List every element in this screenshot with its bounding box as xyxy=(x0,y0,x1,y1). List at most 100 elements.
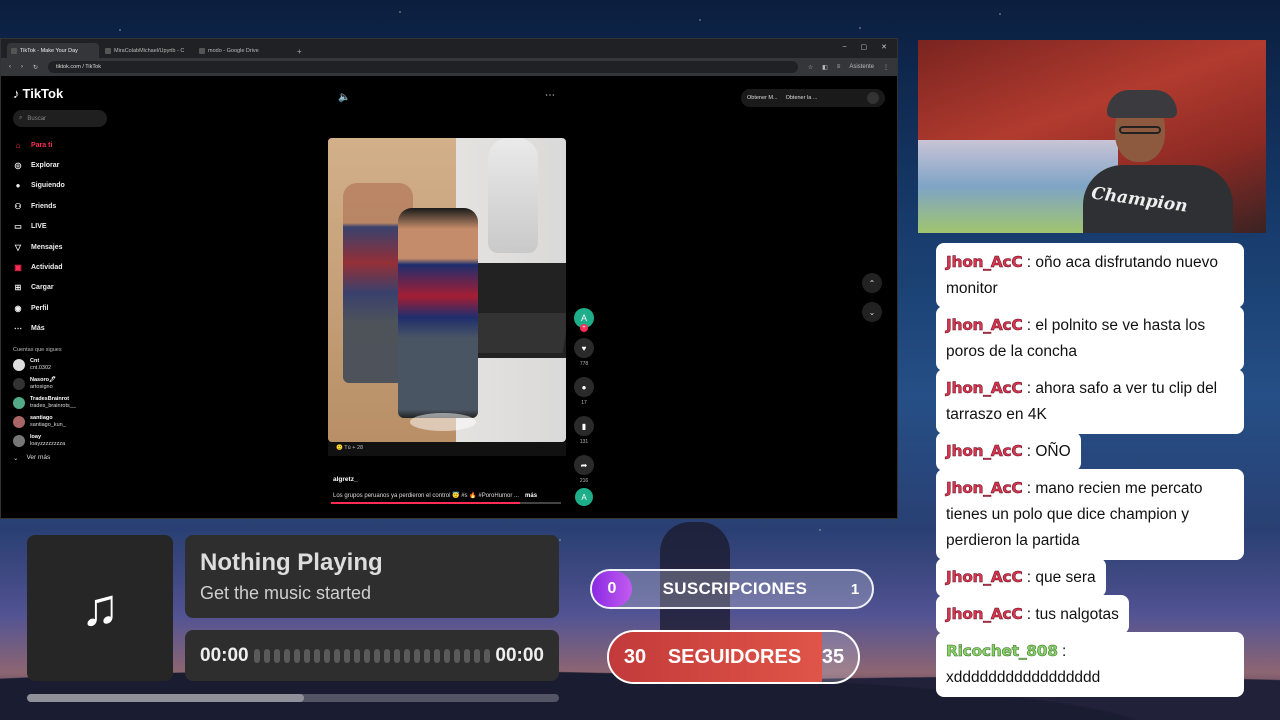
see-more-button[interactable]: ⌄ Ver más xyxy=(13,454,105,462)
nav-label: Actividad xyxy=(31,264,63,272)
tiktok-sidebar: ♪ TikTok ⌕ Buscar ⌂ Para ti ◎ Explorar ● Sigu… xyxy=(1,76,117,518)
star-icon[interactable]: ☆ xyxy=(808,64,813,71)
followed-account[interactable]: loay loayzzzzzzzza xyxy=(13,434,105,448)
account-name: Nasoro🖊 xyxy=(30,376,56,383)
tab-drive[interactable]: modo - Google Drive xyxy=(195,43,287,58)
get-app-button[interactable]: Obtener M... xyxy=(747,95,778,101)
waveform-bar xyxy=(354,648,360,663)
menu-icon[interactable]: ≡ xyxy=(837,64,841,70)
video-bottom-bar: 🙂 Tú + 28 xyxy=(328,442,566,456)
previous-video-button[interactable]: ⌃ xyxy=(862,273,882,293)
more-icon: ⋯ xyxy=(14,324,22,334)
bookmark-icon: ▮ xyxy=(574,416,594,436)
tab-bar: TikTok - Make Your Day MiraColabMichael/… xyxy=(1,39,897,58)
current-time: 00:00 xyxy=(200,644,249,666)
tab-label: MiraColabMichael/Upyrib - C xyxy=(114,47,185,54)
sound-avatar[interactable]: A xyxy=(575,488,593,506)
nav-item-live[interactable]: ▭ LIVE xyxy=(13,217,105,237)
followed-account[interactable]: TradesBrainrot trades_brainrots__ xyxy=(13,396,105,410)
video-progress-bar[interactable] xyxy=(331,502,561,504)
caption-more-link[interactable]: más xyxy=(525,493,537,499)
chat-username: Jhon_AcC xyxy=(946,442,1023,461)
nav-item-para-ti[interactable]: ⌂ Para ti xyxy=(13,135,105,155)
waveform-bar xyxy=(384,648,390,663)
music-waveform xyxy=(254,648,490,663)
followed-account[interactable]: Nasoro🖊 artosigno xyxy=(13,377,105,391)
kebab-icon[interactable]: ⋮ xyxy=(883,64,889,71)
nav-label: Friends xyxy=(31,202,57,210)
account-handle: trades_brainrots__ xyxy=(30,402,76,409)
browser-window: TikTok - Make Your Day MiraColabMichael/… xyxy=(0,38,898,519)
drive-favicon-icon xyxy=(199,47,205,54)
chat-message: Jhon_AcC : que sera xyxy=(936,558,1106,597)
chevron-down-icon: ⌄ xyxy=(13,454,19,462)
assistant-button[interactable]: Asistente xyxy=(849,64,874,70)
waveform-bar xyxy=(314,648,320,663)
streamer: Champion xyxy=(1083,80,1233,233)
waveform-bar xyxy=(364,648,370,663)
maximize-icon[interactable]: ▢ xyxy=(861,43,868,51)
forward-icon[interactable]: › xyxy=(21,64,23,70)
back-icon[interactable]: ‹ xyxy=(9,64,11,70)
follow-plus-icon[interactable]: + xyxy=(580,324,588,332)
subscriptions-label: SUSCRIPCIONES xyxy=(662,579,808,598)
music-note-icon: ♫ xyxy=(80,579,120,637)
nav-item-explorar[interactable]: ◎ Explorar xyxy=(13,155,105,175)
reload-icon[interactable]: ↻ xyxy=(33,64,38,71)
tiktok-logo[interactable]: ♪ TikTok xyxy=(13,86,105,101)
nav-label: Explorar xyxy=(31,162,60,170)
more-options-icon[interactable]: ⋯ xyxy=(545,90,555,101)
nav-item-perfil[interactable]: ◉ Perfil xyxy=(13,298,105,318)
waveform-bar xyxy=(294,648,300,663)
comment-count: 17 xyxy=(581,400,587,406)
nav-item-actividad[interactable]: ▣ Actividad xyxy=(13,257,105,277)
nav-item-cargar[interactable]: ⊞ Cargar xyxy=(13,278,105,298)
share-action[interactable]: ➦ 216 xyxy=(574,455,594,484)
chat-text: xddddddddddddddddd xyxy=(946,669,1101,686)
new-tab-button[interactable]: + xyxy=(297,47,302,56)
avatar xyxy=(13,358,25,371)
video-player[interactable] xyxy=(328,138,566,442)
comment-action[interactable]: ● 17 xyxy=(574,377,594,406)
close-icon[interactable]: ✕ xyxy=(881,43,887,51)
activity-icon: ▣ xyxy=(14,263,22,273)
live-icon: ▭ xyxy=(14,222,22,232)
profile-icon: ◉ xyxy=(14,303,22,313)
nav-item-siguiendo[interactable]: ● Siguiendo xyxy=(13,176,105,196)
get-pc-app-button[interactable]: Obtener la ... xyxy=(786,95,818,101)
search-input[interactable]: ⌕ Buscar xyxy=(13,110,107,127)
user-avatar[interactable] xyxy=(867,92,879,104)
account-name: loay xyxy=(30,433,42,440)
tab-tiktok[interactable]: TikTok - Make Your Day xyxy=(7,43,99,58)
url-input[interactable]: tiktok.com / TikTok xyxy=(48,61,798,73)
like-action[interactable]: ♥ 778 xyxy=(574,338,594,367)
minimize-icon[interactable]: – xyxy=(843,43,847,51)
chat-text: OÑO xyxy=(1035,443,1071,460)
chevron-up-icon: ⌃ xyxy=(868,278,876,288)
creator-avatar[interactable]: A + xyxy=(574,308,594,332)
home-icon: ⌂ xyxy=(15,140,21,150)
followers-count: 30 xyxy=(623,645,647,668)
waveform-bar xyxy=(344,648,350,663)
volume-icon[interactable]: 🔈 xyxy=(338,92,350,103)
avatar xyxy=(13,415,25,428)
extension-icon[interactable]: ◧ xyxy=(822,64,828,71)
following-icon: ● xyxy=(15,181,21,191)
followed-account[interactable]: santiago santiago_kun_ xyxy=(13,415,105,429)
chat-username: Jhon_AcC xyxy=(946,479,1023,498)
nav-item-mensajes[interactable]: ▽ Mensajes xyxy=(13,237,105,257)
nav-item-mas[interactable]: ⋯ Más xyxy=(13,319,105,339)
chat-message: Jhon_AcC : oño aca disfrutando nuevo mon… xyxy=(936,243,1244,308)
waveform-bar xyxy=(264,648,270,663)
glasses xyxy=(1119,126,1161,134)
tab-github[interactable]: MiraColabMichael/Upyrib - C xyxy=(101,43,193,58)
video-username[interactable]: algretz_ xyxy=(333,476,561,483)
nav-label: Cargar xyxy=(31,284,54,292)
followed-account[interactable]: Cnt cnt.0302 xyxy=(13,358,105,372)
share-icon: ➦ xyxy=(574,455,594,475)
chat-message: Jhon_AcC : el polnito se ve hasta los po… xyxy=(936,306,1244,371)
bookmark-action[interactable]: ▮ 131 xyxy=(574,416,594,445)
next-video-button[interactable]: ⌄ xyxy=(862,302,882,322)
music-seek-fill xyxy=(27,694,304,702)
nav-item-friends[interactable]: ⚇ Friends xyxy=(13,196,105,216)
